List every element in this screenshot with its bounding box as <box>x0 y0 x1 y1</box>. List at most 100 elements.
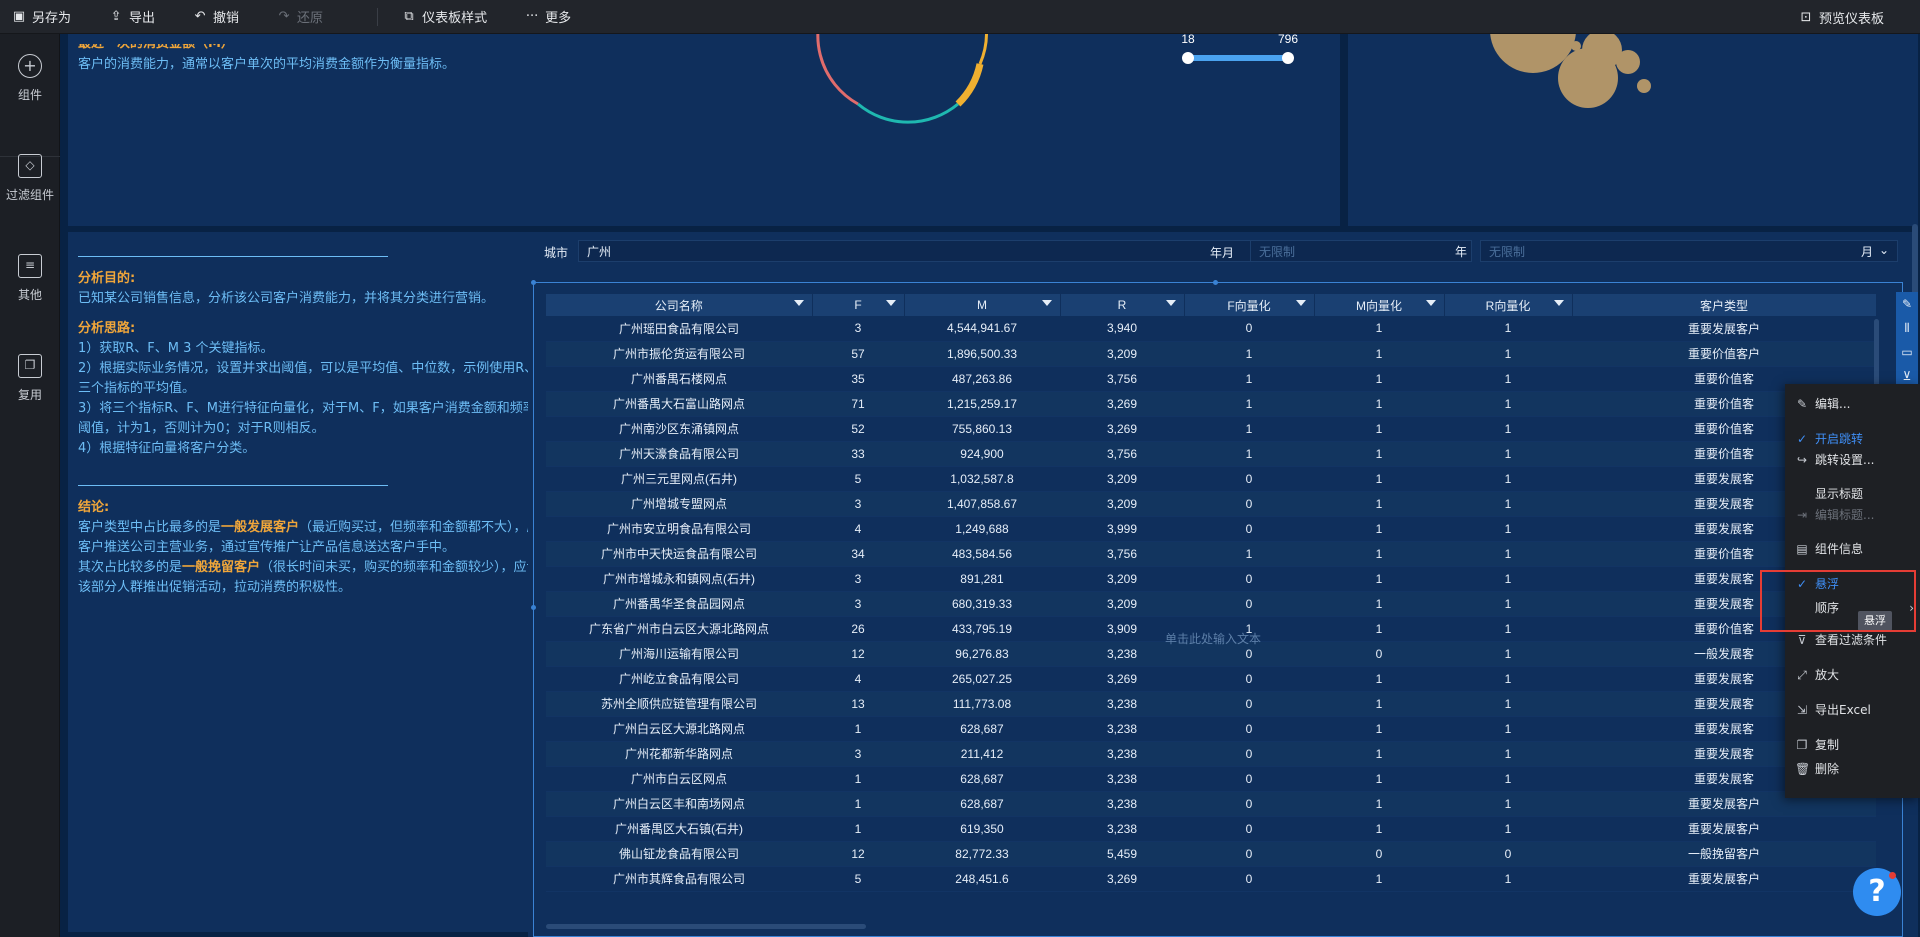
resize-handle[interactable] <box>1213 280 1218 285</box>
save-as-button[interactable]: ▣ 另存为 <box>0 0 83 34</box>
table-cell: 3,940 <box>1060 316 1184 342</box>
menu-item-edit[interactable]: ✎ 编辑... <box>1785 393 1920 415</box>
column-header[interactable]: M向量化 <box>1314 294 1445 316</box>
table-row[interactable]: 广州市增城永和镇网点(石井) 3 891,281 3,209 0 1 1 重要发展客 <box>546 566 1876 592</box>
table-cell: 487,263.86 <box>904 366 1060 392</box>
bubble <box>1616 50 1640 74</box>
resize-handle[interactable] <box>531 605 536 610</box>
horizontal-scrollbar[interactable] <box>546 924 866 929</box>
city-filter-label: 城市 <box>544 246 569 260</box>
table-row[interactable]: 广州白云区大源北路网点 1 628,687 3,238 0 1 1 重要发展客 <box>546 716 1876 742</box>
column-header[interactable]: R <box>1060 294 1185 316</box>
table-row[interactable]: 广州市其辉食品有限公司 5 248,451.6 3,269 0 1 1 重要发展客户 <box>546 866 1876 892</box>
column-header[interactable]: F <box>812 294 905 316</box>
filter-arrow-icon[interactable] <box>1425 300 1436 306</box>
export-button[interactable]: ⇪ 导出 <box>97 0 167 34</box>
text-widget-top[interactable]: 最近一次的消费金额（M） 客户的消费能力，通常以客户单次的平均消费金额作为衡量指… <box>68 34 582 226</box>
month-filter-input[interactable]: 无限制 月 ⌄ <box>1480 240 1898 262</box>
column-header[interactable]: 公司名称 <box>546 294 813 316</box>
table-row[interactable]: 广州瑶田食品有限公司 3 4,544,941.67 3,940 0 1 1 重要发展客户 <box>546 316 1876 342</box>
range-slider-min-handle[interactable] <box>1182 52 1194 64</box>
table-row[interactable]: 佛山钲龙食品有限公司 12 82,772.33 5,459 0 0 0 一般挽留客户 <box>546 841 1876 867</box>
table-row[interactable]: 广州增城专盟网点 3 1,407,858.67 3,209 0 1 1 重要发展客 <box>546 491 1876 517</box>
menu-item-zoom[interactable]: ⤢ 放大 <box>1785 664 1920 686</box>
menu-item-widget-info[interactable]: ▤ 组件信息 <box>1785 538 1920 560</box>
range-slider-max-handle[interactable] <box>1282 52 1294 64</box>
table-row[interactable]: 广州三元里网点(石井) 5 1,032,587.8 3,209 0 1 1 重要发展客 <box>546 466 1876 492</box>
menu-item-jump-settings[interactable]: ↪ 跳转设置... <box>1785 449 1920 471</box>
column-header[interactable]: F向量化 <box>1184 294 1315 316</box>
filter-arrow-icon[interactable] <box>793 300 804 306</box>
table-row[interactable]: 广州番禺区大石镇(石井) 1 619,350 3,238 0 1 1 重要发展客户 <box>546 816 1876 842</box>
year-filter-input[interactable]: 无限制 年 <box>1250 240 1472 262</box>
table-row[interactable]: 广州番禺大石富山路网点 71 1,215,259.17 3,269 1 1 1 重要价值客 <box>546 391 1876 417</box>
top-toolbar: ▣ 另存为 ⇪ 导出 ↶ 撤销 ↷ 还原 ⧉ 仪表板样式 ··· 更多 ⊡ 预览… <box>0 0 1920 34</box>
table-cell: 广州番禺大石富山路网点 <box>546 391 812 417</box>
table-row[interactable]: 广州白云区丰和南场网点 1 628,687 3,238 0 1 1 重要发展客户 <box>546 791 1876 817</box>
rail-item-reuse[interactable]: ❐ 复用 <box>0 354 60 403</box>
table-cell: 广州市白云区网点 <box>546 766 812 792</box>
bubble-chart-widget[interactable] <box>1348 34 1918 226</box>
table-cell: 0 <box>1184 716 1314 742</box>
toolbar-divider <box>377 7 379 26</box>
table-row[interactable]: 广州市振伦货运有限公司 57 1,896,500.33 3,209 1 1 1 重要价值客户 <box>546 341 1876 367</box>
table-cell: 3 <box>812 741 904 767</box>
table-cell: 1 <box>812 816 904 842</box>
rail-item-components[interactable]: + 组件 <box>0 54 60 103</box>
edit-icon[interactable]: ✎ <box>1896 292 1918 316</box>
filter-arrow-icon[interactable] <box>1041 300 1052 306</box>
year-placeholder: 无限制 <box>1259 245 1296 259</box>
comment-icon[interactable]: ▭ <box>1896 340 1918 364</box>
table-row[interactable]: 广州天濠食品有限公司 33 924,900 3,756 1 1 1 重要价值客 <box>546 441 1876 467</box>
table-cell: 5 <box>812 466 904 492</box>
column-header[interactable]: M <box>904 294 1061 316</box>
text-input-hint[interactable]: 单击此处输入文本 <box>1165 630 1261 647</box>
rail-item-other[interactable]: ≡ 其他 <box>0 254 60 303</box>
undo-button[interactable]: ↶ 撤销 <box>181 0 251 34</box>
menu-item-enable-jump[interactable]: ✓ 开启跳转 <box>1785 428 1920 450</box>
column-header[interactable]: R向量化 <box>1444 294 1573 316</box>
table-widget[interactable]: 城市 广州 1 ⌄ 年月 无限制 年 无限制 月 ⌄ <box>528 232 1918 937</box>
rail-item-filter-components[interactable]: ◇ 过滤组件 <box>0 154 60 203</box>
table-cell: 0 <box>1184 566 1314 592</box>
menu-item-delete[interactable]: 🗑 删除 <box>1785 758 1920 780</box>
donut-chart-widget[interactable]: 18 796 <box>528 34 1340 226</box>
filter-icon: ⊽ <box>1797 633 1807 647</box>
menu-item-view-filters[interactable]: ⊽ 查看过滤条件 <box>1785 629 1920 651</box>
table-cell: 广州增城专盟网点 <box>546 491 812 517</box>
menu-item-edit-title[interactable]: ⇥ 编辑标题... <box>1785 504 1920 526</box>
table-row[interactable]: 广州屹立食品有限公司 4 265,027.25 3,269 0 1 1 重要发展客 <box>546 666 1876 692</box>
table-row[interactable]: 苏州全顺供应链管理有限公司 13 111,773.08 3,238 0 1 1 重要发展客 <box>546 691 1876 717</box>
table-row[interactable]: 广州花都新华路网点 3 211,412 3,238 0 1 1 重要发展客 <box>546 741 1876 767</box>
city-filter-select[interactable]: 广州 1 ⌄ <box>578 240 1318 262</box>
analysis-text-widget[interactable]: 分析目的: 已知某公司销售信息，分析该公司客户消费能力，并将其分类进行营销。 分… <box>68 232 582 932</box>
column-header-label: M向量化 <box>1356 298 1402 313</box>
menu-item-show-title[interactable]: 显示标题 <box>1785 483 1920 505</box>
filter-arrow-icon[interactable] <box>885 300 896 306</box>
table-cell: 0 <box>1184 741 1314 767</box>
filter-arrow-icon[interactable] <box>1553 300 1564 306</box>
filter-arrow-icon[interactable] <box>1165 300 1176 306</box>
table-row[interactable]: 广州南沙区东涌镇网点 52 755,860.13 3,269 1 1 1 重要价值客 <box>546 416 1876 442</box>
resize-handle[interactable] <box>531 280 536 285</box>
filter-arrow-icon[interactable] <box>1295 300 1306 306</box>
dashboard-style-button[interactable]: ⧉ 仪表板样式 <box>390 0 499 34</box>
more-button[interactable]: ··· 更多 <box>513 0 583 34</box>
table-row[interactable]: 广州番禺华圣食品园网点 3 680,319.33 3,209 0 1 1 重要发展客 <box>546 591 1876 617</box>
table-row[interactable]: 广州番禺石楼网点 35 487,263.86 3,756 1 1 1 重要价值客 <box>546 366 1876 392</box>
redo-button[interactable]: ↷ 还原 <box>265 0 335 34</box>
menu-item-export-excel[interactable]: ⇲ 导出Excel <box>1785 699 1920 721</box>
table-cell: 1 <box>1184 541 1314 567</box>
table-row[interactable]: 广州市白云区网点 1 628,687 3,238 0 1 1 重要发展客 <box>546 766 1876 792</box>
table-cell: 26 <box>812 616 904 642</box>
menu-item-copy[interactable]: ❐ 复制 <box>1785 734 1920 756</box>
preview-button[interactable]: ⊡ 预览仪表板 <box>1787 0 1896 34</box>
table-cell: 1 <box>1184 366 1314 392</box>
table-cell: 3,238 <box>1060 741 1184 767</box>
column-header[interactable]: 客户类型 <box>1572 294 1877 316</box>
table-row[interactable]: 广州市中天快运食品有限公司 34 483,584.56 3,756 1 1 1 重要价值客 <box>546 541 1876 567</box>
chart-icon[interactable]: ⦀ <box>1896 316 1918 340</box>
table-row[interactable]: 广州市安立明食品有限公司 4 1,249,688 3,999 0 1 1 重要发展客 <box>546 516 1876 542</box>
month-placeholder: 无限制 <box>1489 245 1526 259</box>
table-cell: 1 <box>1444 741 1572 767</box>
